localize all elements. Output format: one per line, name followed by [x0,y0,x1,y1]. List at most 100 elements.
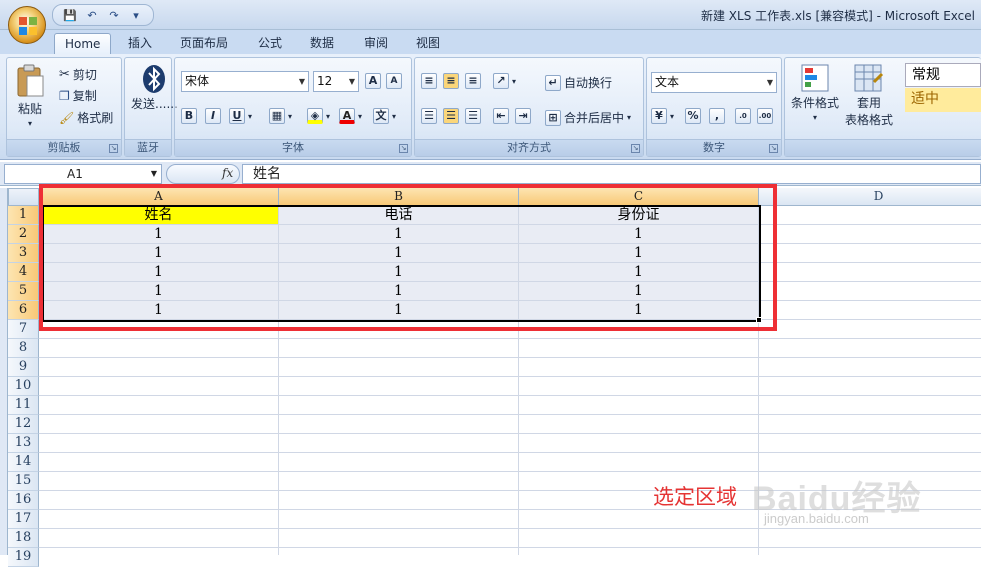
row-header[interactable]: 13 [8,434,39,453]
row-header[interactable]: 15 [8,472,39,491]
row-header[interactable]: 3 [8,244,39,263]
underline-button[interactable]: U ▾ [229,108,252,124]
orientation-button[interactable]: ↗ ▾ [493,73,516,89]
row-header[interactable]: 12 [8,415,39,434]
cell-b2[interactable]: 1 [279,225,519,244]
row-header[interactable]: 5 [8,282,39,301]
decrease-decimal-button[interactable]: .00 [757,108,773,124]
borders-button[interactable]: ▦ ▾ [269,108,292,124]
copy-button[interactable]: ❐ 复制 [59,87,97,104]
office-button[interactable] [8,6,46,44]
cell-c1[interactable]: 身份证 [519,206,759,225]
dialog-launcher-icon[interactable]: ↘ [399,144,408,153]
cell-c5[interactable]: 1 [519,282,759,301]
row-header[interactable]: 16 [8,491,39,510]
font-color-button[interactable]: A ▾ [339,108,362,124]
cut-button[interactable]: ✂ 剪切 [59,66,97,83]
tab-formulas[interactable]: 公式 [248,33,292,54]
align-middle-button[interactable]: ≡ [443,73,459,89]
row-header[interactable]: 9 [8,358,39,377]
row-header[interactable]: 19 [8,548,39,567]
phonetic-button[interactable]: 文 ▾ [373,108,396,124]
tab-view[interactable]: 视图 [406,33,450,54]
accounting-format-button[interactable]: ¥ ▾ [651,108,674,124]
dialog-launcher-icon[interactable]: ↘ [109,144,118,153]
customize-qat-icon[interactable]: ▾ [127,7,145,23]
comma-button[interactable]: , [709,108,725,124]
font-name-select[interactable]: 宋体 ▼ [181,71,309,92]
row-header[interactable]: 1 [8,206,39,225]
row-header[interactable]: 11 [8,396,39,415]
cell-a3[interactable]: 1 [39,244,279,263]
bluetooth-send-button[interactable]: 发送...... [131,64,178,112]
cell-a6[interactable]: 1 [39,301,279,320]
cell-b1[interactable]: 电话 [279,206,519,225]
bold-button[interactable]: B [181,108,197,124]
column-header-c[interactable]: C [519,188,759,206]
column-header-b[interactable]: B [279,188,519,206]
row-header[interactable]: 4 [8,263,39,282]
row-header[interactable]: 7 [8,320,39,339]
redo-icon[interactable]: ↷ [105,7,123,23]
fill-handle[interactable] [756,317,762,323]
shrink-font-button[interactable]: A [386,73,402,89]
insert-function-button[interactable]: fx [222,166,233,180]
conditional-format-button[interactable]: 条件格式 ▾ [791,64,839,122]
fill-color-button[interactable]: ◈ ▾ [307,108,330,124]
tab-home[interactable]: Home [54,33,112,54]
cell-a4[interactable]: 1 [39,263,279,282]
cell-b3[interactable]: 1 [279,244,519,263]
row-header[interactable]: 17 [8,510,39,529]
align-bottom-button[interactable]: ≡ [465,73,481,89]
italic-button[interactable]: I [205,108,221,124]
row-header[interactable]: 6 [8,301,39,320]
tab-review[interactable]: 审阅 [354,33,398,54]
cell-a5[interactable]: 1 [39,282,279,301]
undo-icon[interactable]: ↶ [83,7,101,23]
cell-c3[interactable]: 1 [519,244,759,263]
cell-c2[interactable]: 1 [519,225,759,244]
font-size-select[interactable]: 12 ▼ [313,71,359,92]
format-as-table-button[interactable]: 套用 表格格式 [845,64,893,128]
row-header[interactable]: 18 [8,529,39,548]
cell-b5[interactable]: 1 [279,282,519,301]
tab-insert[interactable]: 插入 [118,33,162,54]
cell-b4[interactable]: 1 [279,263,519,282]
row-header[interactable]: 2 [8,225,39,244]
format-painter-button[interactable]: 🖌 格式刷 [59,109,113,126]
column-header-d[interactable]: D [759,188,981,206]
align-left-button[interactable]: ☰ [421,108,437,124]
number-format-select[interactable]: 文本 ▼ [651,72,777,93]
tab-data[interactable]: 数据 [300,33,344,54]
cell-c6[interactable]: 1 [519,301,759,320]
save-icon[interactable]: 💾 [61,7,79,23]
increase-decimal-button[interactable]: .0 [735,108,751,124]
row-header[interactable]: 8 [8,339,39,358]
row-header[interactable]: 14 [8,453,39,472]
tab-page-layout[interactable]: 页面布局 [170,33,238,54]
cell-style-neutral[interactable]: 适中 [905,88,981,112]
cell-a1[interactable]: 姓名 [39,206,279,225]
wrap-text-button[interactable]: ↵ 自动换行 [545,74,612,91]
row-header[interactable]: 10 [8,377,39,396]
select-all-corner[interactable] [8,188,39,206]
dialog-launcher-icon[interactable]: ↘ [769,144,778,153]
align-top-button[interactable]: ≡ [421,73,437,89]
name-box[interactable]: A1 ▼ [4,164,162,184]
paste-button[interactable]: 粘贴 ▾ [15,64,45,128]
grow-font-button[interactable]: A [365,73,381,89]
align-right-button[interactable]: ☰ [465,108,481,124]
cell-a2[interactable]: 1 [39,225,279,244]
dialog-launcher-icon[interactable]: ↘ [631,144,640,153]
increase-indent-button[interactable]: ⇥ [515,108,531,124]
percent-button[interactable]: % [685,108,701,124]
cell-b6[interactable]: 1 [279,301,519,320]
column-header-a[interactable]: A [39,188,279,206]
worksheet-grid[interactable]: A B C D 1 2 3 4 5 6 7 8 9 10 11 12 13 14… [0,184,981,567]
align-center-button[interactable]: ☰ [443,108,459,124]
cell-c4[interactable]: 1 [519,263,759,282]
cell-style-normal[interactable]: 常规 [905,63,981,87]
merge-center-button[interactable]: ⊞ 合并后居中 ▾ [545,109,631,126]
decrease-indent-button[interactable]: ⇤ [493,108,509,124]
formula-input[interactable]: 姓名 [242,164,981,184]
